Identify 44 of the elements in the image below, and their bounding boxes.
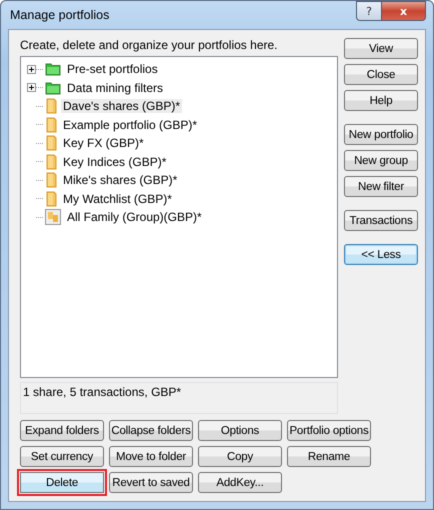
document-icon bbox=[45, 154, 57, 170]
side-button[interactable]: New group bbox=[344, 150, 418, 171]
document-icon bbox=[45, 190, 57, 207]
tree-item[interactable]: Key Indices (GBP)* bbox=[61, 154, 168, 169]
action-button[interactable]: Delete bbox=[20, 472, 104, 493]
document-icon bbox=[45, 98, 57, 114]
action-button[interactable]: Revert to saved bbox=[109, 472, 193, 493]
expand-icon[interactable] bbox=[27, 83, 36, 92]
tree-item[interactable]: Key FX (GBP)* bbox=[61, 136, 146, 150]
status-text: 1 share, 5 transactions, GBP* bbox=[23, 385, 182, 399]
group-icon bbox=[45, 209, 61, 226]
tree-item[interactable]: All Family (Group)(GBP)* bbox=[65, 210, 204, 224]
action-button[interactable]: Set currency bbox=[20, 446, 104, 467]
side-button[interactable]: Help bbox=[344, 90, 418, 111]
tree-item[interactable]: Dave's shares (GBP)* bbox=[61, 99, 182, 114]
window-close-button[interactable]: x bbox=[382, 1, 426, 21]
action-button[interactable]: Collapse folders bbox=[109, 420, 193, 441]
document-icon bbox=[45, 135, 57, 152]
expand-icon[interactable] bbox=[27, 64, 36, 74]
side-button[interactable]: << Less bbox=[344, 244, 418, 265]
document-icon bbox=[45, 116, 57, 133]
tree-item[interactable]: Mike's shares (GBP)* bbox=[61, 173, 180, 188]
window-title: Manage portfolios bbox=[9, 8, 110, 22]
tree-item[interactable]: My Watchlist (GBP)* bbox=[61, 192, 174, 206]
action-button[interactable]: Copy bbox=[198, 446, 282, 467]
tree-item[interactable]: Pre-set portfolios bbox=[65, 62, 160, 76]
instructions-text: Create, delete and organize your portfolios here. bbox=[20, 38, 278, 52]
action-button[interactable]: Expand folders bbox=[20, 420, 104, 441]
tree-item[interactable]: Example portfolio (GBP)* bbox=[61, 118, 200, 132]
action-button[interactable]: Options bbox=[198, 420, 282, 441]
side-button[interactable]: Close bbox=[344, 64, 418, 85]
document-icon bbox=[45, 172, 57, 188]
side-button[interactable]: New filter bbox=[344, 176, 418, 197]
tree-item[interactable]: Data mining filters bbox=[65, 80, 166, 95]
help-button[interactable]: ? bbox=[356, 1, 382, 21]
action-button[interactable]: AddKey... bbox=[198, 472, 282, 493]
folder-icon bbox=[45, 80, 61, 95]
action-button[interactable]: Portfolio options bbox=[287, 420, 371, 441]
side-button[interactable]: New portfolio bbox=[344, 124, 418, 145]
action-button[interactable]: Move to folder bbox=[109, 446, 193, 467]
action-button[interactable]: Rename bbox=[287, 446, 371, 467]
folder-icon bbox=[45, 62, 61, 76]
side-button[interactable]: View bbox=[344, 38, 418, 59]
side-button[interactable]: Transactions bbox=[344, 210, 418, 231]
